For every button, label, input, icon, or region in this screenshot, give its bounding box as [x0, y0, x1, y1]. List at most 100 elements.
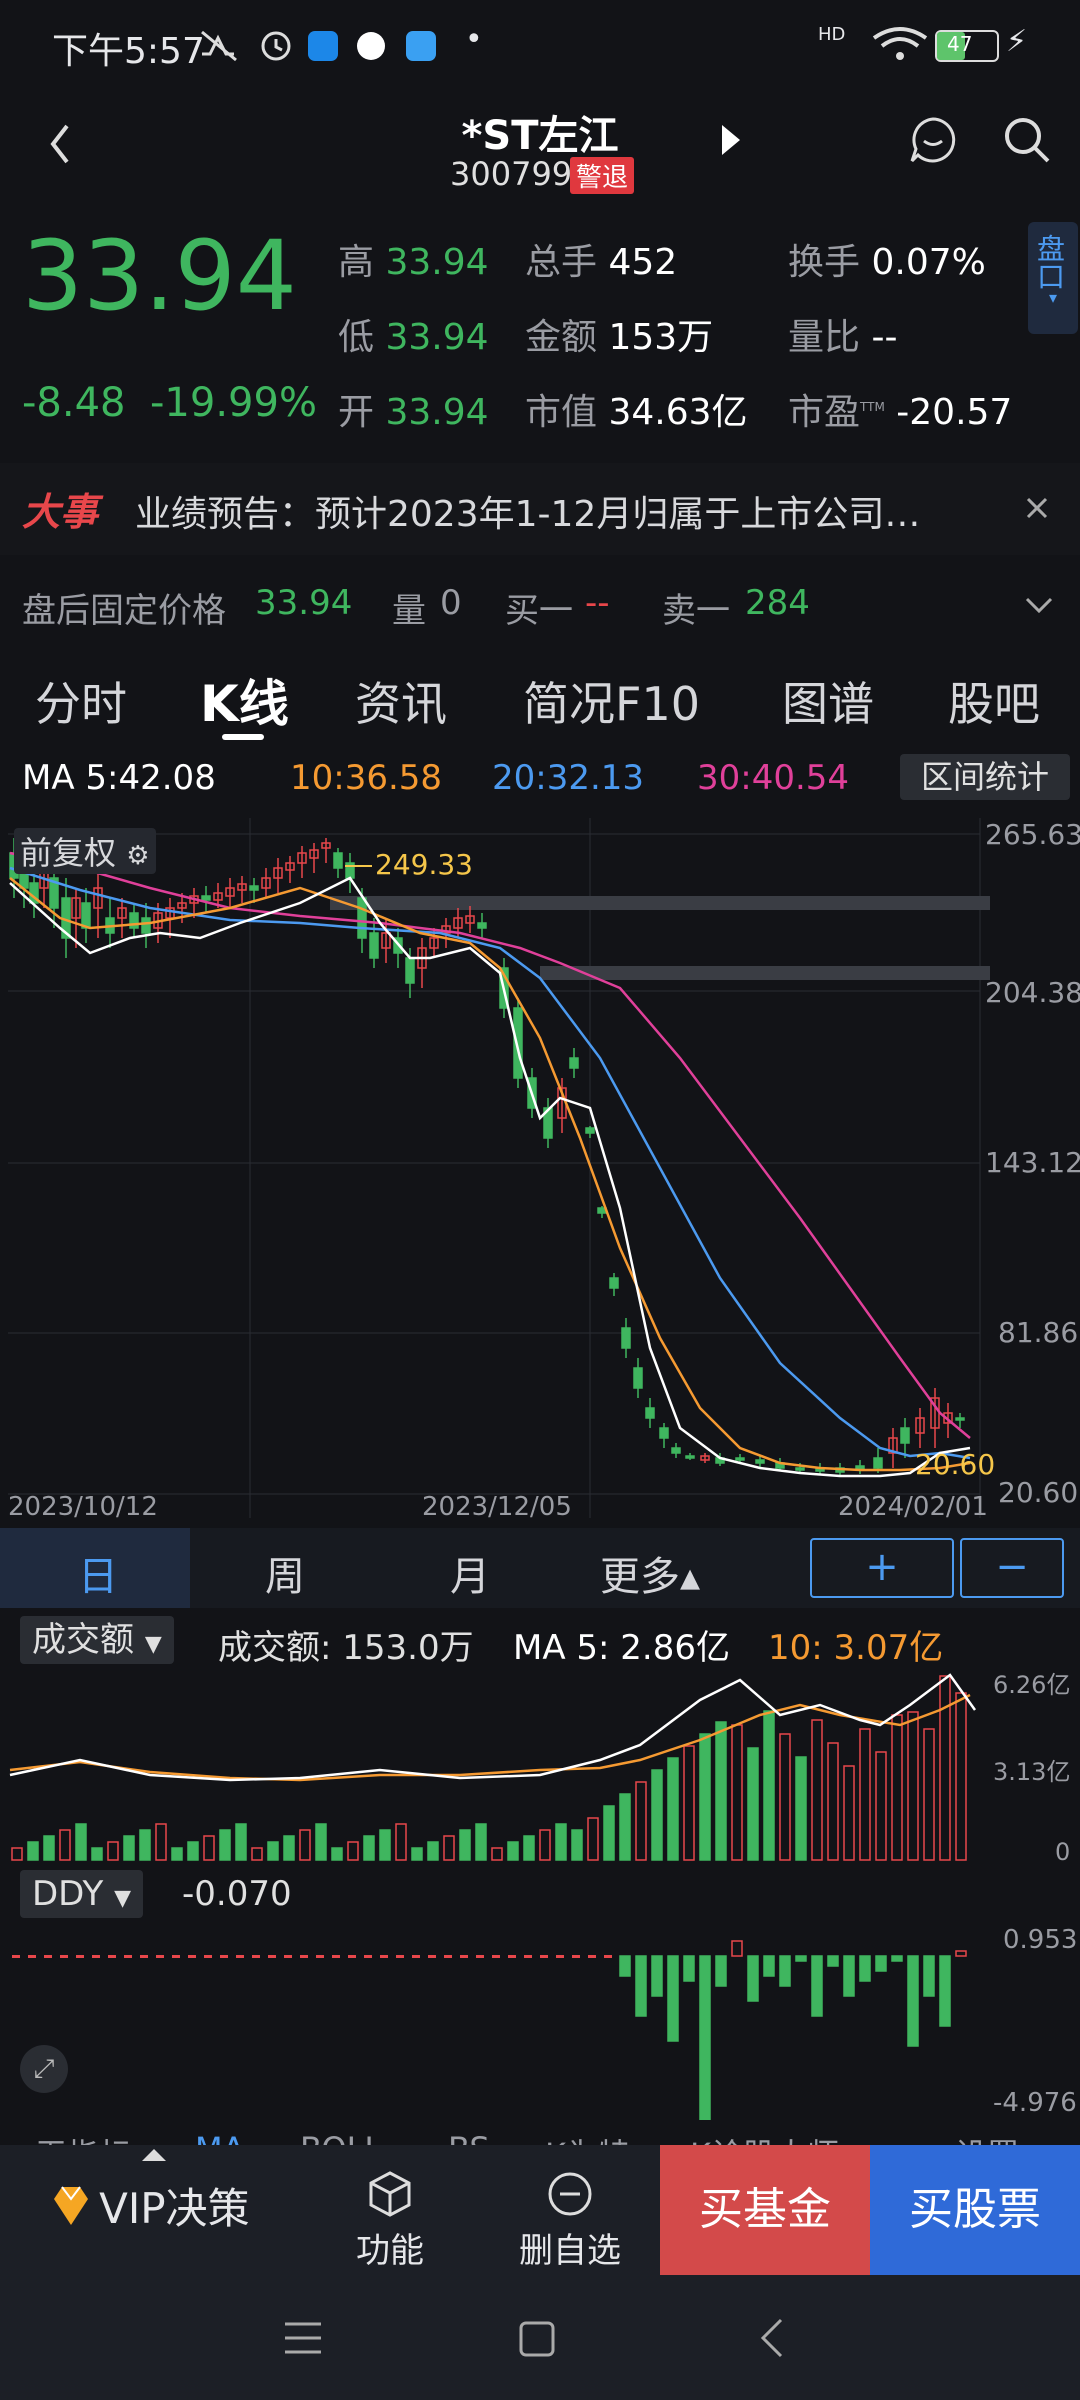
ddy-bar: [172, 1955, 180, 1958]
open-label: 开: [338, 392, 375, 433]
cube-icon: [369, 2171, 411, 2217]
ddy-bar: [843, 1955, 855, 1997]
home-icon[interactable]: [518, 2320, 556, 2358]
candle-body: [477, 922, 487, 929]
next-stock-icon[interactable]: [720, 123, 742, 157]
volume-bar: [139, 1829, 151, 1861]
ddy-value: -0.070: [182, 1874, 292, 1914]
period-week[interactable]: 周: [265, 1544, 305, 1602]
chevron-down-icon[interactable]: [1024, 595, 1054, 615]
volume-bar: [43, 1835, 55, 1861]
volume-bar: [203, 1835, 215, 1861]
volume-bar: [667, 1757, 679, 1861]
zoom-in-button[interactable]: +: [810, 1538, 954, 1598]
ddy-bar: [588, 1955, 596, 1958]
volume-bar: [939, 1675, 951, 1861]
x-tick-3: 2024/02/01: [838, 1492, 988, 1522]
ddy-bar: [763, 1955, 775, 1977]
ddy-bar: [715, 1955, 727, 1987]
ddy-indicator-select[interactable]: DDY ▼: [20, 1870, 144, 1918]
period-month[interactable]: 月: [450, 1544, 490, 1602]
period-day[interactable]: 日: [78, 1544, 118, 1602]
event-tag: 大事: [22, 490, 99, 534]
ddy-bar: [348, 1955, 356, 1958]
chat-icon[interactable]: [908, 115, 958, 165]
tab-kline[interactable]: K线: [200, 664, 289, 736]
candle-body: [569, 1057, 579, 1069]
candle-body: [357, 897, 367, 939]
ddy-bar: [524, 1955, 532, 1958]
resistance-band: [330, 896, 990, 910]
ddy-chart[interactable]: 0.953 -4.976 ⤢: [0, 1920, 1080, 2127]
ddy-bar: [60, 1955, 68, 1958]
ddy-bar: [779, 1955, 791, 1987]
buy-fund-button[interactable]: 买基金: [660, 2145, 870, 2275]
active-tab-indicator: [222, 734, 264, 740]
volume-bar: [219, 1829, 231, 1861]
ddy-bar: [939, 1955, 951, 2027]
volume-indicator-select[interactable]: 成交额 ▼: [20, 1616, 174, 1664]
adjust-mode-button[interactable]: 前复权 ⚙: [14, 828, 156, 874]
settings-gear-icon: ⚙: [126, 841, 150, 871]
buy-stock-button[interactable]: 买股票: [870, 2145, 1080, 2275]
ddy-bar: [268, 1955, 276, 1958]
candle-body: [900, 1427, 910, 1444]
close-icon[interactable]: [1025, 496, 1049, 520]
volume-chart[interactable]: 6.26亿 3.13亿 0: [0, 1660, 1080, 1870]
tab-graph[interactable]: 图谱: [782, 668, 874, 734]
app-icon: [308, 31, 338, 61]
status-time: 下午5:57: [52, 31, 205, 72]
pe-value: -20.57: [896, 392, 1013, 433]
ddy-bar: [92, 1955, 100, 1958]
app-icon-2: [406, 31, 436, 61]
volume-bar: [155, 1823, 167, 1861]
volume-bar: [475, 1823, 487, 1861]
candle-body: [201, 895, 211, 901]
volume-bar: [187, 1841, 199, 1861]
tab-timeshare[interactable]: 分时: [35, 668, 127, 734]
function-button[interactable]: 功能: [330, 2169, 450, 2272]
volume-bar: [843, 1765, 855, 1861]
ma30-value: 30:40.54: [697, 758, 850, 798]
fullscreen-icon[interactable]: ⤢: [20, 2045, 68, 2093]
volume-bar: [331, 1847, 343, 1861]
volume-label: 总手: [525, 242, 598, 283]
period-more[interactable]: 更多▴: [600, 1544, 700, 1602]
ddy-bar: [476, 1955, 484, 1958]
volume-bar: [75, 1823, 87, 1861]
low-label: 低: [338, 317, 375, 358]
main-tabs: 分时 K线 资讯 简况F10 图谱 股吧: [0, 650, 1080, 742]
ddy-bar: [252, 1955, 260, 1958]
after-hours-price: 33.94: [255, 583, 353, 623]
kline-chart[interactable]: 前复权 ⚙ 249.33 20.60 265.63 204.38 143.12 …: [0, 808, 1080, 1528]
tab-news[interactable]: 资讯: [355, 668, 447, 734]
search-icon[interactable]: [1002, 115, 1052, 165]
volume-bar: [619, 1793, 631, 1861]
back-nav-icon[interactable]: [757, 2317, 787, 2359]
remove-watchlist-button[interactable]: 删自选: [505, 2169, 635, 2272]
bottom-action-bar: VIP决策 功能 删自选 买基金 买股票: [0, 2145, 1080, 2275]
zoom-out-button[interactable]: −: [960, 1538, 1064, 1598]
ddy-bar: [460, 1955, 468, 1958]
tab-f10[interactable]: 简况F10: [523, 668, 700, 734]
chevron-up-icon[interactable]: [140, 2147, 168, 2163]
ddy-bar: [651, 1955, 663, 1997]
range-stats-button[interactable]: 区间统计: [900, 754, 1070, 800]
volume-bar: [699, 1733, 711, 1861]
order-book-tab[interactable]: 盘口 ▾: [1028, 222, 1078, 334]
volume-bar: [171, 1847, 183, 1861]
dropdown-arrow-icon: ▼: [114, 1886, 132, 1911]
ask1-value: 284: [745, 583, 810, 623]
pe-ttm: TTM: [860, 400, 885, 414]
tab-forum[interactable]: 股吧: [948, 668, 1040, 734]
ma-legend: MA 5:42.08 10:36.58 20:32.13 30:40.54 区间…: [0, 748, 1080, 808]
status-notification-icons: [201, 30, 436, 62]
stock-code: 300799: [450, 155, 573, 193]
candle-body: [645, 1407, 655, 1419]
vip-decision-button[interactable]: VIP决策: [48, 2175, 250, 2235]
volume-bar: [427, 1841, 439, 1861]
bid1-value: --: [585, 583, 610, 623]
dropdown-arrow-icon: ▼: [144, 1632, 162, 1657]
menu-icon[interactable]: [283, 2320, 323, 2356]
news-banner[interactable]: 大事 业绩预告：预计2023年1-12月归属于上市公司…: [0, 463, 1080, 555]
